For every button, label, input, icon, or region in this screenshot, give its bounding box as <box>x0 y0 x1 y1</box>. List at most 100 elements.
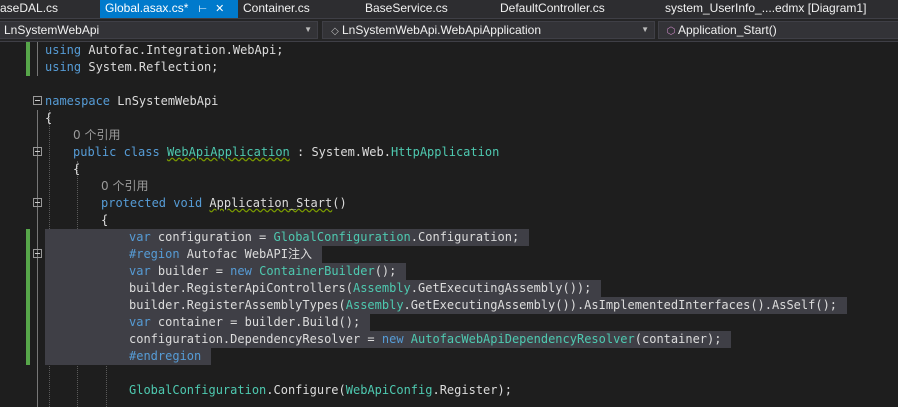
tab-baseservice[interactable]: BaseService.cs <box>365 0 485 18</box>
type-token: GlobalConfiguration <box>129 383 267 397</box>
code-line: #region Autofac WebAPI注入 <box>0 246 898 263</box>
code-text: GlobalConfiguration.Configure(WebApiConf… <box>129 382 512 399</box>
code-token: container = builder.Build(); <box>150 315 361 329</box>
code-line: protected void Application_Start() <box>0 195 898 212</box>
reference-count[interactable]: 0 个引用 <box>101 179 148 193</box>
change-marker <box>26 297 30 314</box>
tab-basedal[interactable]: aseDAL.cs <box>0 0 100 18</box>
document-tab-strip: aseDAL.cs Global.asax.cs* ⊢ ✕ Container.cs… <box>0 0 898 18</box>
code-text: var configuration = GlobalConfiguration.… <box>129 229 530 246</box>
member-dropdown[interactable]: ⬡ Application_Start() <box>658 21 898 39</box>
code-line: var configuration = GlobalConfiguration.… <box>0 229 898 246</box>
code-text: var container = builder.Build(); <box>129 314 371 331</box>
code-token: builder = <box>150 264 231 278</box>
code-line: configuration.DependencyResolver = new A… <box>0 331 898 348</box>
code-token: .GetExecutingAssembly()); <box>410 281 592 295</box>
collapse-icon[interactable] <box>33 147 42 156</box>
keyword-token: new <box>230 264 252 278</box>
keyword-token: #region <box>129 247 180 261</box>
keyword-token: var <box>129 264 151 278</box>
code-token: Autofac.Integration.WebApi; <box>81 43 284 57</box>
code-token: .Configure( <box>266 383 346 397</box>
change-marker <box>26 42 30 59</box>
code-text: { <box>45 110 52 127</box>
code-line: public class WebApiApplication : System.… <box>0 144 898 161</box>
selection-indent <box>45 348 129 365</box>
type-token: ContainerBuilder <box>259 264 375 278</box>
code-text: var builder = new ContainerBuilder(); <box>129 263 407 280</box>
tab-container[interactable]: Container.cs <box>243 0 353 18</box>
code-line: var container = builder.Build(); <box>0 314 898 331</box>
project-dropdown-value: LnSystemWebApi <box>4 23 100 37</box>
code-line: { <box>0 161 898 178</box>
method-icon: ⬡ <box>666 26 676 37</box>
code-line: { <box>0 110 898 127</box>
code-token: () <box>332 196 347 210</box>
code-line: GlobalConfiguration.Configure(WebApiConf… <box>0 382 898 399</box>
keyword-token: protected <box>101 196 167 210</box>
type-token: WebApiApplication <box>166 145 290 159</box>
code-token: builder.RegisterAssemblyTypes( <box>129 298 346 312</box>
code-text: { <box>101 212 108 229</box>
code-token: (); <box>374 264 397 278</box>
keyword-token: using <box>45 43 82 57</box>
collapse-icon[interactable] <box>33 198 42 207</box>
type-dropdown[interactable]: ◇ LnSystemWebApi.WebApiApplication ▼ <box>322 21 655 39</box>
code-text: builder.RegisterApiControllers(Assembly.… <box>129 280 602 297</box>
collapse-icon[interactable] <box>33 96 42 105</box>
code-line: { <box>0 212 898 229</box>
change-marker <box>26 314 30 331</box>
keyword-token: new <box>381 332 404 346</box>
code-editor[interactable]: using Autofac.Integration.WebApi; using S… <box>0 42 898 407</box>
tab-label: BaseService.cs <box>365 1 448 15</box>
member-dropdown-value: Application_Start() <box>678 23 777 37</box>
change-marker <box>26 348 30 365</box>
code-text: 0 个引用 <box>73 127 120 144</box>
type-dropdown-value: LnSystemWebApi.WebApiApplication <box>342 23 541 37</box>
selection-indent <box>45 314 129 331</box>
selection-indent <box>45 229 129 246</box>
keyword-token: var <box>129 230 151 244</box>
code-text: #endregion <box>129 348 212 365</box>
code-line: builder.RegisterAssemblyTypes(Assembly.G… <box>0 297 898 314</box>
selection-indent <box>45 246 129 263</box>
keyword-token: public <box>73 145 117 159</box>
code-token: configuration.DependencyResolver = <box>129 332 382 346</box>
code-line: 0 个引用 <box>0 178 898 195</box>
type-token: Assembly <box>352 281 411 295</box>
chevron-down-icon: ▼ <box>304 25 312 34</box>
change-marker <box>26 331 30 348</box>
code-line: #endregion <box>0 348 898 365</box>
code-line: using System.Reflection; <box>0 59 898 76</box>
close-icon[interactable]: ✕ <box>215 1 224 18</box>
keyword-token: namespace <box>45 94 111 108</box>
project-dropdown[interactable]: LnSystemWebApi ▼ <box>0 21 318 39</box>
code-line: var builder = new ContainerBuilder(); <box>0 263 898 280</box>
code-text: using Autofac.Integration.WebApi; <box>45 42 283 59</box>
reference-count[interactable]: 0 个引用 <box>73 128 120 142</box>
change-marker <box>26 263 30 280</box>
code-text: using System.Reflection; <box>45 59 218 76</box>
code-text: namespace LnSystemWebApi <box>45 93 218 110</box>
code-token: builder.RegisterApiControllers( <box>129 281 353 295</box>
collapse-icon[interactable] <box>33 249 42 258</box>
keyword-token: class <box>123 145 160 159</box>
keyword-token: var <box>129 315 151 329</box>
type-token: Assembly <box>345 298 404 312</box>
code-token: .Configuration; <box>410 230 520 244</box>
code-token: configuration = <box>150 230 274 244</box>
selection-indent <box>45 263 129 280</box>
tab-edmx-diagram[interactable]: system_UserInfo_....edmx [Diagram1] <box>665 0 898 18</box>
code-line: 0 个引用 <box>0 127 898 144</box>
selection-indent <box>45 280 129 297</box>
tab-global-asax[interactable]: Global.asax.cs* ⊢ ✕ <box>100 0 238 18</box>
pin-icon[interactable]: ⊢ <box>198 1 207 18</box>
code-line: namespace LnSystemWebApi <box>0 93 898 110</box>
type-token: HttpApplication <box>390 145 500 159</box>
tab-defaultcontroller[interactable]: DefaultController.cs <box>500 0 650 18</box>
code-token: { <box>45 111 53 125</box>
